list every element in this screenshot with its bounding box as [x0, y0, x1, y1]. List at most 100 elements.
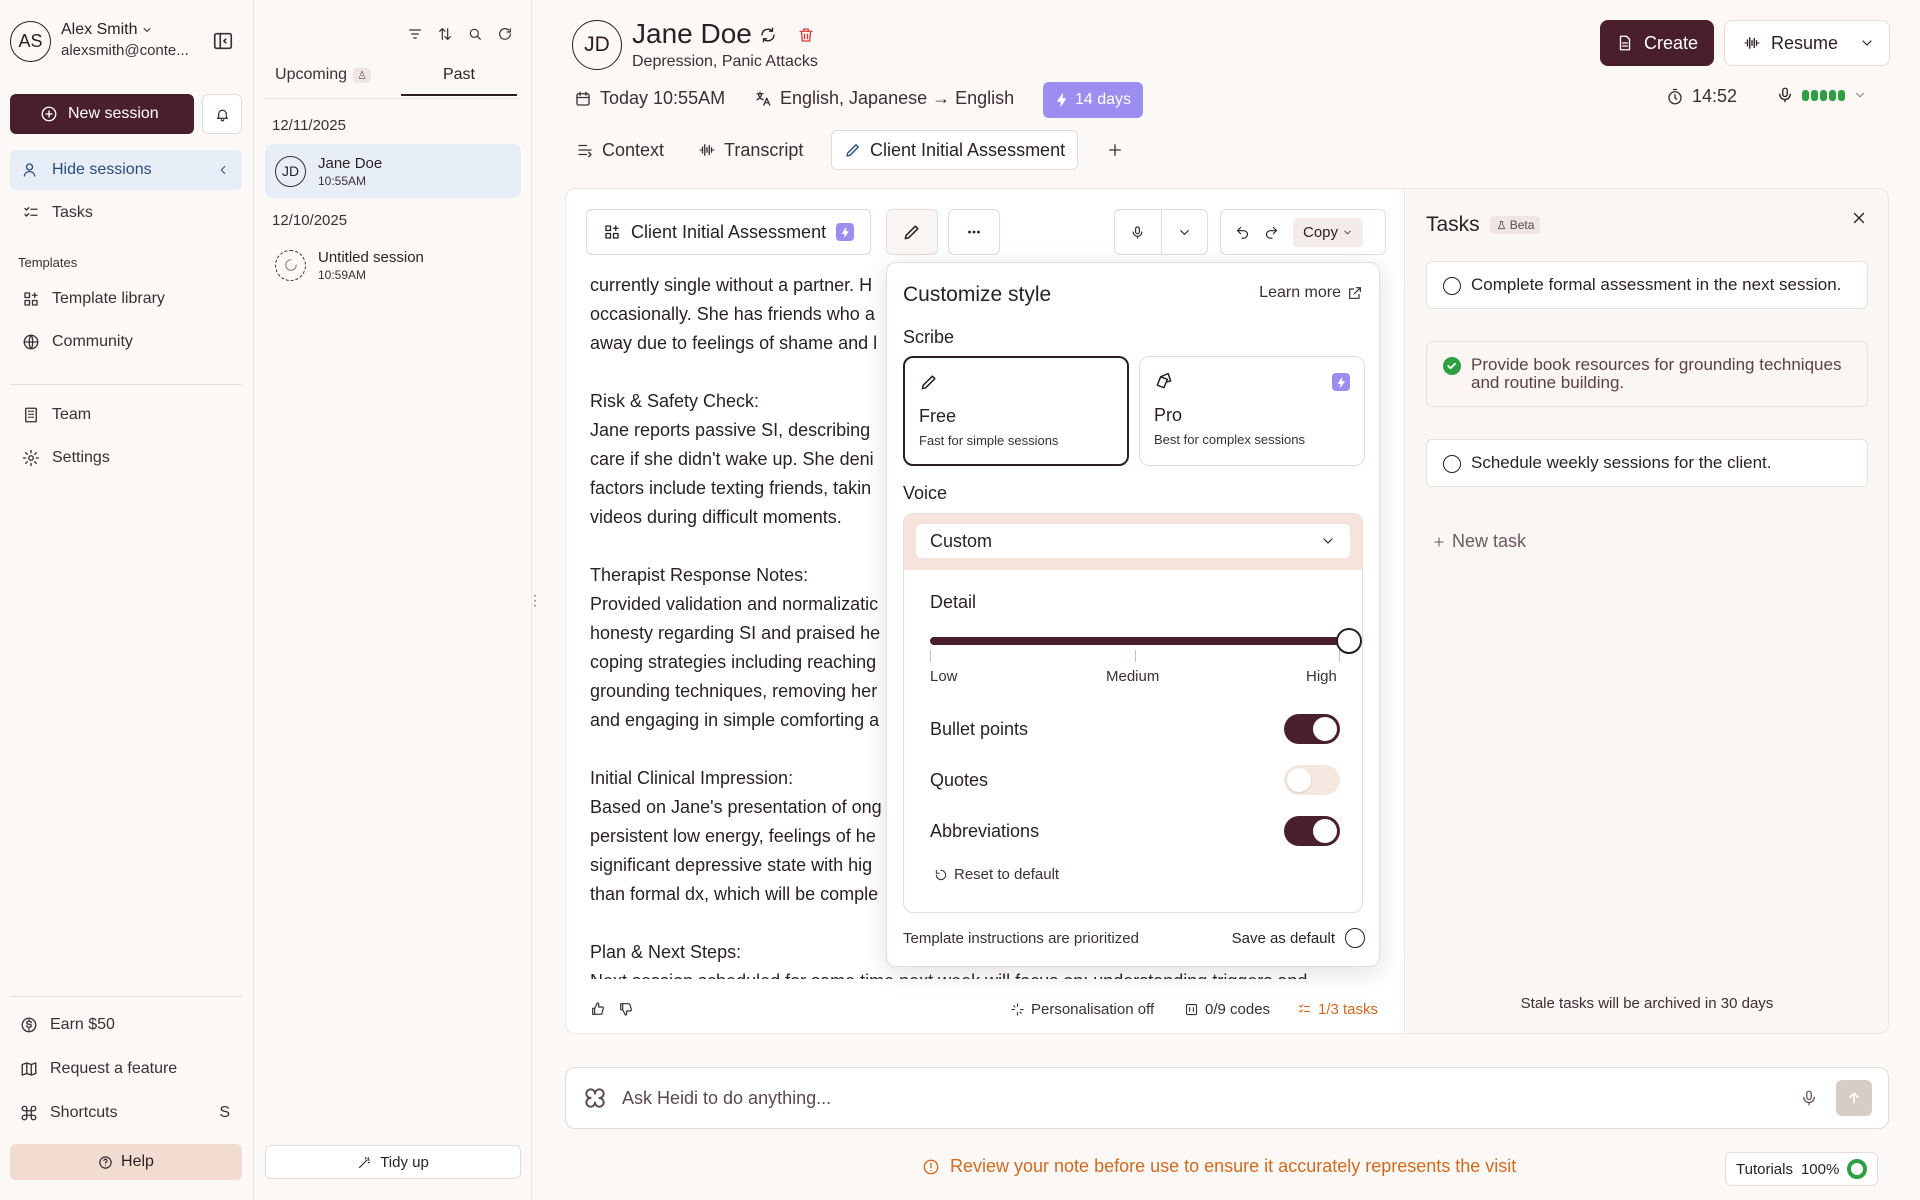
- pencil-icon: [904, 225, 919, 240]
- resize-handle[interactable]: ⋮: [528, 592, 542, 609]
- template-selector-button[interactable]: Client Initial Assessment: [586, 209, 872, 255]
- reset-icon: [935, 869, 947, 880]
- refresh-icon[interactable]: [497, 26, 513, 42]
- task-item[interactable]: Complete formal assessment in the next s…: [1426, 261, 1868, 309]
- scribe-option-pro[interactable]: Pro Best for complex sessions: [1139, 356, 1365, 466]
- collapse-sidebar-button[interactable]: [212, 30, 234, 52]
- thumbs-down-icon[interactable]: [618, 1001, 634, 1017]
- sidebar-item-earn[interactable]: Earn $50: [10, 1005, 242, 1045]
- create-button[interactable]: Create: [1600, 20, 1714, 66]
- bullet-points-toggle[interactable]: [1284, 714, 1340, 744]
- task-checkbox-done[interactable]: [1443, 357, 1461, 375]
- resume-button[interactable]: Resume: [1724, 20, 1890, 66]
- sidebar-item-hide-sessions[interactable]: Hide sessions: [10, 150, 242, 190]
- tab-transcript[interactable]: Transcript: [686, 130, 815, 170]
- chevron-down-icon[interactable]: [1859, 35, 1875, 51]
- heidi-logo-icon: [585, 1088, 605, 1108]
- help-button[interactable]: Help: [10, 1144, 242, 1180]
- note-footer: Personalisation off 0/9 codes 1/3 tasks: [566, 985, 1404, 1033]
- tutorials-button[interactable]: Tutorials 100%: [1725, 1152, 1879, 1186]
- list-check-icon: [24, 207, 38, 217]
- task-checkbox[interactable]: [1443, 455, 1461, 473]
- tabs-divider: [265, 98, 521, 99]
- tasks-count-button[interactable]: 1/3 tasks: [1297, 1001, 1378, 1018]
- voice-select[interactable]: Custom: [916, 524, 1350, 558]
- ask-heidi-input[interactable]: Ask Heidi to do anything...: [622, 1088, 831, 1109]
- sidebar-item-community[interactable]: Community: [10, 322, 242, 362]
- sidebar-item-template-library[interactable]: Template library: [10, 279, 242, 319]
- tab-past[interactable]: Past: [401, 66, 517, 96]
- session-item[interactable]: Untitled session 10:59AM: [265, 238, 521, 292]
- sync-button[interactable]: [759, 26, 777, 44]
- send-button[interactable]: [1836, 1080, 1872, 1116]
- stale-tasks-note: Stale tasks will be archived in 30 days: [1520, 995, 1774, 1012]
- redo-icon[interactable]: [1264, 225, 1279, 240]
- sort-icon[interactable]: [437, 26, 453, 42]
- user-menu[interactable]: Alex Smith: [61, 21, 153, 39]
- reset-to-default-button[interactable]: Reset to default: [934, 866, 1059, 883]
- chevron-down-icon: [1344, 230, 1351, 234]
- undo-icon[interactable]: [1235, 225, 1250, 240]
- new-session-button[interactable]: New session: [10, 94, 194, 134]
- copy-button[interactable]: Copy: [1293, 217, 1364, 247]
- microphone-icon[interactable]: [1800, 1089, 1818, 1107]
- more-options-button[interactable]: [948, 209, 1000, 255]
- abbreviations-toggle[interactable]: [1284, 816, 1340, 846]
- delete-button[interactable]: [797, 26, 815, 44]
- popover-title: Customize style: [903, 283, 1052, 306]
- calendar-icon: [576, 91, 590, 106]
- dictate-button[interactable]: [1115, 225, 1161, 240]
- abbreviations-row: Abbreviations: [930, 816, 1340, 846]
- ask-heidi-bar[interactable]: Ask Heidi to do anything...: [565, 1067, 1889, 1129]
- user-icon: [23, 163, 36, 177]
- thumbs-up-icon[interactable]: [590, 1001, 606, 1017]
- sidebar-item-tasks[interactable]: Tasks: [10, 193, 242, 233]
- flask-icon: [1497, 220, 1505, 229]
- tidy-up-button[interactable]: Tidy up: [265, 1145, 521, 1179]
- detail-low-label: Low: [930, 668, 958, 685]
- patient-tags[interactable]: Depression, Panic Attacks: [632, 53, 818, 71]
- patient-name[interactable]: Jane Doe: [632, 18, 752, 50]
- scribe-option-free[interactable]: Free Fast for simple sessions: [903, 356, 1129, 466]
- dictate-options-button[interactable]: [1161, 225, 1207, 240]
- user-avatar[interactable]: AS: [10, 21, 51, 62]
- search-icon[interactable]: [467, 26, 483, 42]
- detail-slider-thumb[interactable]: [1336, 628, 1362, 654]
- add-tab-button[interactable]: [1094, 130, 1136, 170]
- tasks-panel: Tasks Beta Complete formal assessment in…: [1406, 188, 1889, 1034]
- task-item[interactable]: Provide book resources for grounding tec…: [1426, 341, 1868, 407]
- tab-upcoming[interactable]: Upcoming ♙: [265, 66, 381, 94]
- tab-client-initial-assessment[interactable]: Client Initial Assessment: [831, 130, 1079, 170]
- sidebar-item-settings[interactable]: Settings: [10, 438, 242, 478]
- session-item[interactable]: JD Jane Doe 10:55AM: [265, 144, 521, 198]
- personalisation-toggle[interactable]: Personalisation off: [1010, 1001, 1154, 1018]
- session-avatar-placeholder: [275, 249, 306, 281]
- waveform-icon: [699, 144, 715, 156]
- codes-button[interactable]: 0/9 codes: [1184, 1001, 1270, 1018]
- new-task-button[interactable]: New task: [1432, 531, 1526, 552]
- task-checkbox[interactable]: [1443, 277, 1461, 295]
- close-icon: [1853, 212, 1865, 224]
- sidebar-item-team[interactable]: Team: [10, 395, 242, 435]
- session-languages[interactable]: English, Japanese → English: [754, 88, 1014, 109]
- days-badge[interactable]: 14 days: [1043, 82, 1144, 118]
- pencil-icon: [921, 375, 936, 390]
- sidebar-item-shortcuts[interactable]: Shortcuts S: [10, 1093, 242, 1133]
- pro-badge-icon: [836, 223, 855, 241]
- task-item[interactable]: Schedule weekly sessions for the client.: [1426, 439, 1868, 487]
- learn-more-link[interactable]: Learn more: [1259, 284, 1363, 302]
- save-as-default-checkbox[interactable]: Save as default: [1232, 928, 1365, 948]
- sidebar-item-request-feature[interactable]: Request a feature: [10, 1049, 242, 1089]
- detail-slider-track[interactable]: [930, 637, 1340, 645]
- filter-icon[interactable]: [407, 26, 423, 42]
- tab-context[interactable]: Context: [564, 130, 676, 170]
- notifications-button[interactable]: [202, 94, 242, 134]
- session-date[interactable]: Today 10:55AM: [574, 88, 725, 109]
- command-icon: [21, 1105, 37, 1121]
- mic-level-selector[interactable]: [1776, 86, 1867, 104]
- customize-style-button[interactable]: [886, 209, 938, 255]
- quotes-toggle[interactable]: [1284, 765, 1340, 795]
- close-tasks-button[interactable]: [1850, 209, 1868, 227]
- user-email: alexsmith@conte...: [61, 42, 189, 59]
- external-link-icon: [1349, 287, 1361, 299]
